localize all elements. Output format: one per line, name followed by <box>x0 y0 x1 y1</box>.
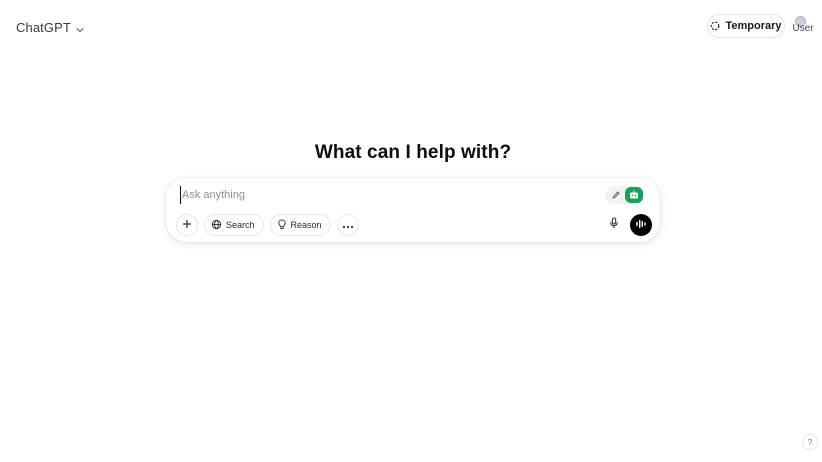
help-button[interactable]: ? <box>802 434 818 450</box>
prompt-input[interactable] <box>180 186 602 204</box>
pen-icon[interactable] <box>609 188 623 202</box>
user-label: User <box>792 22 814 34</box>
user-avatar-button[interactable]: User <box>790 14 816 38</box>
microphone-icon <box>609 216 619 234</box>
plus-icon <box>182 216 192 234</box>
reason-label: Reason <box>290 220 322 230</box>
add-attachment-button[interactable] <box>176 214 198 236</box>
search-button[interactable]: Search <box>204 214 264 236</box>
more-tools-button[interactable] <box>336 214 359 236</box>
chat-home-page: ChatGPT Temporary User What can I help w… <box>0 0 822 462</box>
extension-group <box>605 186 644 204</box>
composer-tools: Search Reason <box>176 214 359 236</box>
help-label: ? <box>807 437 813 447</box>
chevron-down-icon <box>75 22 85 33</box>
temporary-chat-icon <box>710 21 720 31</box>
reason-button[interactable]: Reason <box>269 214 331 236</box>
dictate-button[interactable] <box>606 217 622 233</box>
globe-icon <box>211 219 222 232</box>
temporary-chat-label: Temporary <box>725 20 782 32</box>
model-switcher-button[interactable]: ChatGPT <box>10 15 91 39</box>
robot-icon[interactable] <box>625 187 643 203</box>
search-label: Search <box>226 220 255 230</box>
voice-mode-icon <box>635 216 647 234</box>
model-name-label: ChatGPT <box>16 19 71 35</box>
prompt-composer: Search Reason <box>166 178 660 242</box>
voice-mode-button[interactable] <box>630 214 652 236</box>
ellipsis-icon <box>342 216 354 234</box>
lightbulb-icon <box>277 218 287 232</box>
page-title: What can I help with? <box>314 142 512 163</box>
temporary-chat-button[interactable]: Temporary <box>707 14 785 38</box>
